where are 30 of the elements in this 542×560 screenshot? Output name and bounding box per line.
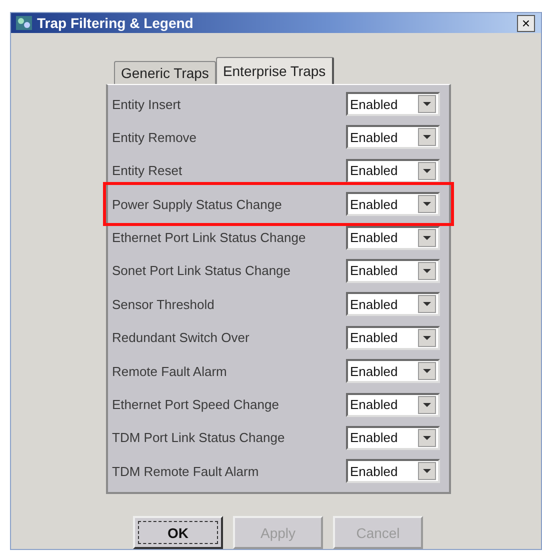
trap-label: TDM Remote Fault Alarm [112,464,260,479]
status-dropdown[interactable]: Enabled [346,226,440,250]
status-dropdown[interactable]: Enabled [346,158,440,183]
status-dropdown[interactable]: Enabled [346,125,440,150]
tab[interactable]: Generic Traps [114,61,216,84]
trap-label: Ethernet Port Speed Change [112,397,280,412]
status-dropdown[interactable]: Enabled [346,192,440,216]
trap-label: Remote Fault Alarm [112,364,228,379]
status-dropdown[interactable]: Enabled [346,326,440,350]
trap-label: Entity Remove [112,130,198,145]
status-dropdown[interactable]: Enabled [346,426,440,450]
close-button[interactable]: × [517,14,535,32]
status-dropdown[interactable]: Enabled [346,459,440,484]
trap-label: Entity Reset [112,163,184,178]
trap-label: Sensor Threshold [112,296,216,312]
trap-label: Redundant Switch Over [112,330,250,346]
trap-label: TDM Port Link Status Change [112,430,286,446]
status-dropdown[interactable]: Enabled [346,392,440,417]
trap-label: Sonet Port Link Status Change [112,263,292,278]
network-icon [15,14,33,32]
trap-label: Ethernet Port Link Status Change [112,230,307,246]
status-dropdown[interactable]: Enabled [346,359,440,384]
window-title: Trap Filtering & Legend [37,15,194,32]
dialog-button[interactable]: OK [133,516,223,549]
trap-label: Entity Insert [112,96,182,112]
tab[interactable]: Enterprise Traps [216,57,334,84]
status-dropdown[interactable]: Enabled [346,92,440,116]
trap-label: Power Supply Status Change [112,196,283,212]
status-dropdown[interactable]: Enabled [346,258,440,283]
status-dropdown[interactable]: Enabled [346,292,440,316]
